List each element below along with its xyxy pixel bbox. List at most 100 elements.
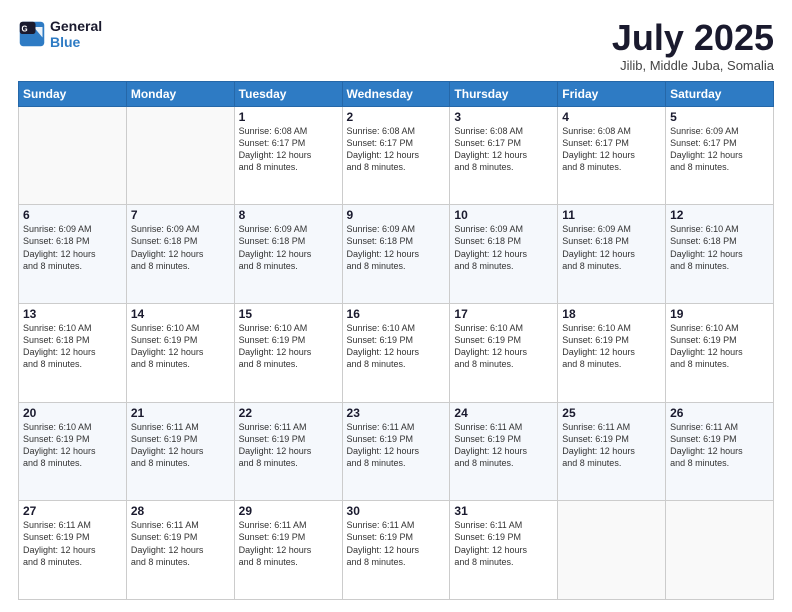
day-info: Sunrise: 6:09 AM Sunset: 6:18 PM Dayligh… [23,223,122,272]
day-number: 12 [670,208,769,222]
day-info: Sunrise: 6:11 AM Sunset: 6:19 PM Dayligh… [23,519,122,568]
day-info: Sunrise: 6:09 AM Sunset: 6:17 PM Dayligh… [670,125,769,174]
day-info: Sunrise: 6:09 AM Sunset: 6:18 PM Dayligh… [347,223,446,272]
day-number: 29 [239,504,338,518]
table-row: 4Sunrise: 6:08 AM Sunset: 6:17 PM Daylig… [558,106,666,205]
day-number: 2 [347,110,446,124]
table-row: 9Sunrise: 6:09 AM Sunset: 6:18 PM Daylig… [342,205,450,304]
table-row: 2Sunrise: 6:08 AM Sunset: 6:17 PM Daylig… [342,106,450,205]
day-number: 8 [239,208,338,222]
day-number: 5 [670,110,769,124]
day-number: 7 [131,208,230,222]
day-number: 23 [347,406,446,420]
day-number: 4 [562,110,661,124]
col-wednesday: Wednesday [342,81,450,106]
calendar-week-row: 1Sunrise: 6:08 AM Sunset: 6:17 PM Daylig… [19,106,774,205]
day-info: Sunrise: 6:11 AM Sunset: 6:19 PM Dayligh… [131,519,230,568]
day-info: Sunrise: 6:09 AM Sunset: 6:18 PM Dayligh… [454,223,553,272]
day-number: 13 [23,307,122,321]
month-title: July 2025 [612,18,774,58]
day-info: Sunrise: 6:10 AM Sunset: 6:19 PM Dayligh… [239,322,338,371]
day-number: 30 [347,504,446,518]
col-thursday: Thursday [450,81,558,106]
day-number: 10 [454,208,553,222]
day-info: Sunrise: 6:10 AM Sunset: 6:19 PM Dayligh… [131,322,230,371]
day-number: 1 [239,110,338,124]
day-number: 25 [562,406,661,420]
calendar-week-row: 6Sunrise: 6:09 AM Sunset: 6:18 PM Daylig… [19,205,774,304]
day-info: Sunrise: 6:10 AM Sunset: 6:18 PM Dayligh… [670,223,769,272]
calendar-week-row: 20Sunrise: 6:10 AM Sunset: 6:19 PM Dayli… [19,402,774,501]
day-info: Sunrise: 6:11 AM Sunset: 6:19 PM Dayligh… [131,421,230,470]
table-row: 11Sunrise: 6:09 AM Sunset: 6:18 PM Dayli… [558,205,666,304]
col-sunday: Sunday [19,81,127,106]
table-row: 15Sunrise: 6:10 AM Sunset: 6:19 PM Dayli… [234,303,342,402]
table-row: 19Sunrise: 6:10 AM Sunset: 6:19 PM Dayli… [666,303,774,402]
calendar-header-row: Sunday Monday Tuesday Wednesday Thursday… [19,81,774,106]
day-info: Sunrise: 6:09 AM Sunset: 6:18 PM Dayligh… [239,223,338,272]
day-number: 6 [23,208,122,222]
day-number: 16 [347,307,446,321]
day-info: Sunrise: 6:11 AM Sunset: 6:19 PM Dayligh… [670,421,769,470]
col-monday: Monday [126,81,234,106]
table-row [666,501,774,600]
calendar-week-row: 13Sunrise: 6:10 AM Sunset: 6:18 PM Dayli… [19,303,774,402]
day-info: Sunrise: 6:10 AM Sunset: 6:19 PM Dayligh… [454,322,553,371]
day-number: 26 [670,406,769,420]
svg-text:G: G [22,24,28,33]
day-number: 21 [131,406,230,420]
table-row: 8Sunrise: 6:09 AM Sunset: 6:18 PM Daylig… [234,205,342,304]
day-info: Sunrise: 6:08 AM Sunset: 6:17 PM Dayligh… [454,125,553,174]
day-number: 18 [562,307,661,321]
day-number: 24 [454,406,553,420]
day-number: 20 [23,406,122,420]
table-row [558,501,666,600]
day-number: 28 [131,504,230,518]
table-row [126,106,234,205]
table-row: 1Sunrise: 6:08 AM Sunset: 6:17 PM Daylig… [234,106,342,205]
table-row: 23Sunrise: 6:11 AM Sunset: 6:19 PM Dayli… [342,402,450,501]
calendar-page: G General Blue July 2025 Jilib, Middle J… [0,0,792,612]
calendar-table: Sunday Monday Tuesday Wednesday Thursday… [18,81,774,600]
table-row [19,106,127,205]
col-saturday: Saturday [666,81,774,106]
table-row: 18Sunrise: 6:10 AM Sunset: 6:19 PM Dayli… [558,303,666,402]
table-row: 26Sunrise: 6:11 AM Sunset: 6:19 PM Dayli… [666,402,774,501]
day-info: Sunrise: 6:08 AM Sunset: 6:17 PM Dayligh… [562,125,661,174]
logo-icon: G [18,20,46,48]
logo: G General Blue [18,18,102,50]
table-row: 28Sunrise: 6:11 AM Sunset: 6:19 PM Dayli… [126,501,234,600]
table-row: 31Sunrise: 6:11 AM Sunset: 6:19 PM Dayli… [450,501,558,600]
table-row: 27Sunrise: 6:11 AM Sunset: 6:19 PM Dayli… [19,501,127,600]
day-info: Sunrise: 6:10 AM Sunset: 6:19 PM Dayligh… [670,322,769,371]
day-info: Sunrise: 6:10 AM Sunset: 6:19 PM Dayligh… [562,322,661,371]
table-row: 20Sunrise: 6:10 AM Sunset: 6:19 PM Dayli… [19,402,127,501]
day-info: Sunrise: 6:09 AM Sunset: 6:18 PM Dayligh… [562,223,661,272]
day-number: 3 [454,110,553,124]
col-tuesday: Tuesday [234,81,342,106]
day-number: 14 [131,307,230,321]
table-row: 5Sunrise: 6:09 AM Sunset: 6:17 PM Daylig… [666,106,774,205]
day-info: Sunrise: 6:11 AM Sunset: 6:19 PM Dayligh… [239,421,338,470]
table-row: 13Sunrise: 6:10 AM Sunset: 6:18 PM Dayli… [19,303,127,402]
title-block: July 2025 Jilib, Middle Juba, Somalia [612,18,774,73]
day-info: Sunrise: 6:11 AM Sunset: 6:19 PM Dayligh… [454,421,553,470]
table-row: 7Sunrise: 6:09 AM Sunset: 6:18 PM Daylig… [126,205,234,304]
day-info: Sunrise: 6:10 AM Sunset: 6:18 PM Dayligh… [23,322,122,371]
table-row: 10Sunrise: 6:09 AM Sunset: 6:18 PM Dayli… [450,205,558,304]
calendar-week-row: 27Sunrise: 6:11 AM Sunset: 6:19 PM Dayli… [19,501,774,600]
day-info: Sunrise: 6:11 AM Sunset: 6:19 PM Dayligh… [562,421,661,470]
header: G General Blue July 2025 Jilib, Middle J… [18,18,774,73]
table-row: 21Sunrise: 6:11 AM Sunset: 6:19 PM Dayli… [126,402,234,501]
day-info: Sunrise: 6:08 AM Sunset: 6:17 PM Dayligh… [239,125,338,174]
day-info: Sunrise: 6:10 AM Sunset: 6:19 PM Dayligh… [23,421,122,470]
table-row: 29Sunrise: 6:11 AM Sunset: 6:19 PM Dayli… [234,501,342,600]
day-info: Sunrise: 6:11 AM Sunset: 6:19 PM Dayligh… [347,421,446,470]
table-row: 22Sunrise: 6:11 AM Sunset: 6:19 PM Dayli… [234,402,342,501]
table-row: 12Sunrise: 6:10 AM Sunset: 6:18 PM Dayli… [666,205,774,304]
day-info: Sunrise: 6:10 AM Sunset: 6:19 PM Dayligh… [347,322,446,371]
day-info: Sunrise: 6:11 AM Sunset: 6:19 PM Dayligh… [239,519,338,568]
day-info: Sunrise: 6:11 AM Sunset: 6:19 PM Dayligh… [454,519,553,568]
table-row: 3Sunrise: 6:08 AM Sunset: 6:17 PM Daylig… [450,106,558,205]
table-row: 30Sunrise: 6:11 AM Sunset: 6:19 PM Dayli… [342,501,450,600]
